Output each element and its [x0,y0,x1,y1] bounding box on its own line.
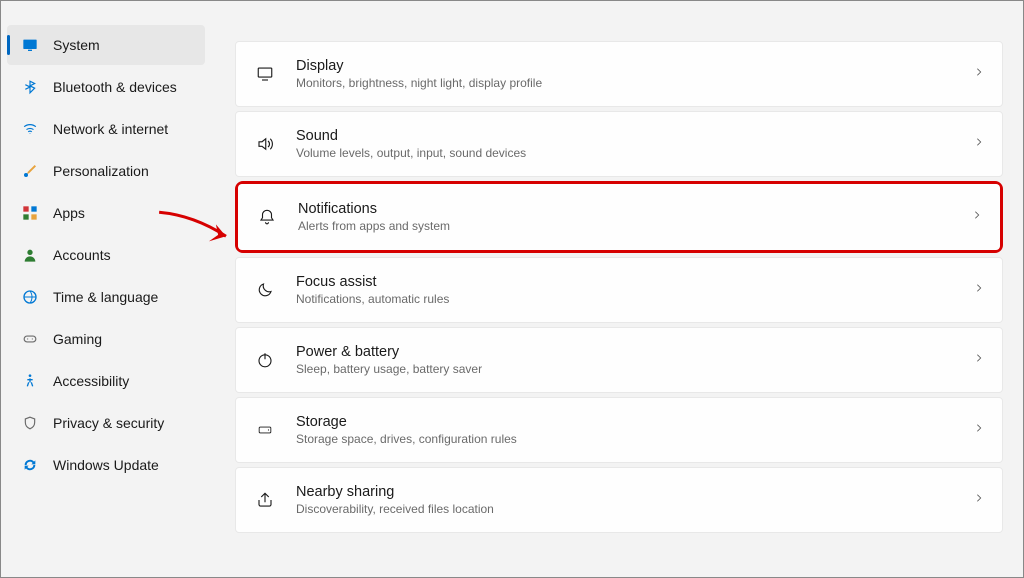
chevron-right-icon [974,491,984,510]
chevron-right-icon [974,281,984,300]
card-desc: Discoverability, received files location [296,502,974,516]
gamepad-icon [21,330,39,348]
brush-icon [21,162,39,180]
main-content: Display Monitors, brightness, night ligh… [211,1,1023,577]
card-title: Sound [296,128,974,144]
chevron-right-icon [972,208,982,227]
card-text: Power & battery Sleep, battery usage, ba… [296,344,974,376]
sidebar-item-personalization[interactable]: Personalization [7,151,205,191]
chevron-right-icon [974,351,984,370]
sidebar-item-time[interactable]: Time & language [7,277,205,317]
sound-icon [254,135,276,153]
globe-clock-icon [21,288,39,306]
sidebar-item-label: Network & internet [53,121,168,137]
card-text: Display Monitors, brightness, night ligh… [296,58,974,90]
wifi-icon [21,120,39,138]
setting-nearby[interactable]: Nearby sharing Discoverability, received… [235,467,1003,533]
bluetooth-icon [21,78,39,96]
card-title: Nearby sharing [296,484,974,500]
sidebar-item-system[interactable]: System [7,25,205,65]
setting-power[interactable]: Power & battery Sleep, battery usage, ba… [235,327,1003,393]
sidebar-item-label: Windows Update [53,457,159,473]
card-text: Storage Storage space, drives, configura… [296,414,974,446]
sidebar-item-label: Privacy & security [53,415,164,431]
sidebar-item-label: Bluetooth & devices [53,79,177,95]
card-title: Display [296,58,974,74]
card-title: Power & battery [296,344,974,360]
card-desc: Storage space, drives, configuration rul… [296,432,974,446]
sidebar: System Bluetooth & devices Network & int… [1,1,211,577]
monitor-icon [21,36,39,54]
card-text: Nearby sharing Discoverability, received… [296,484,974,516]
chevron-right-icon [974,135,984,154]
sidebar-item-bluetooth[interactable]: Bluetooth & devices [7,67,205,107]
card-text: Sound Volume levels, output, input, soun… [296,128,974,160]
sidebar-item-label: Accessibility [53,373,129,389]
card-text: Notifications Alerts from apps and syste… [298,201,972,233]
display-icon [254,65,276,83]
accessibility-icon [21,372,39,390]
sidebar-item-accessibility[interactable]: Accessibility [7,361,205,401]
grid-icon [21,204,39,222]
chevron-right-icon [974,65,984,84]
sidebar-item-update[interactable]: Windows Update [7,445,205,485]
person-icon [21,246,39,264]
power-icon [254,351,276,369]
sidebar-item-label: Gaming [53,331,102,347]
highlight-annotation: Notifications Alerts from apps and syste… [235,181,1003,253]
card-desc: Monitors, brightness, night light, displ… [296,76,974,90]
setting-focus[interactable]: Focus assist Notifications, automatic ru… [235,257,1003,323]
storage-icon [254,423,276,437]
setting-notifications[interactable]: Notifications Alerts from apps and syste… [238,184,1000,250]
sidebar-item-label: Personalization [53,163,149,179]
moon-icon [254,281,276,299]
card-title: Notifications [298,201,972,217]
card-title: Focus assist [296,274,974,290]
card-desc: Sleep, battery usage, battery saver [296,362,974,376]
setting-sound[interactable]: Sound Volume levels, output, input, soun… [235,111,1003,177]
chevron-right-icon [974,421,984,440]
shield-icon [21,414,39,432]
sidebar-item-gaming[interactable]: Gaming [7,319,205,359]
sidebar-item-privacy[interactable]: Privacy & security [7,403,205,443]
sidebar-item-label: Accounts [53,247,111,263]
sidebar-item-label: Time & language [53,289,158,305]
card-text: Focus assist Notifications, automatic ru… [296,274,974,306]
setting-display[interactable]: Display Monitors, brightness, night ligh… [235,41,1003,107]
card-desc: Volume levels, output, input, sound devi… [296,146,974,160]
card-desc: Notifications, automatic rules [296,292,974,306]
sidebar-item-network[interactable]: Network & internet [7,109,205,149]
bell-icon [256,207,278,227]
update-icon [21,456,39,474]
setting-storage[interactable]: Storage Storage space, drives, configura… [235,397,1003,463]
sidebar-item-label: System [53,37,100,53]
share-icon [254,491,276,509]
card-desc: Alerts from apps and system [298,219,972,233]
sidebar-item-label: Apps [53,205,85,221]
card-title: Storage [296,414,974,430]
